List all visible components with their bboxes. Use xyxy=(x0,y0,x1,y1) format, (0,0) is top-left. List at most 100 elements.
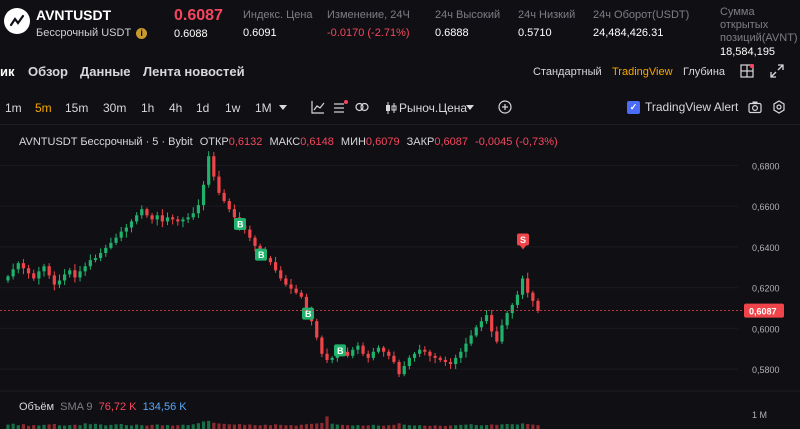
candle-body xyxy=(150,215,154,220)
volume-bar xyxy=(243,424,247,429)
stat-high-24h: 24ч Высокий 0.6888 xyxy=(435,9,500,39)
timeframe-1M[interactable]: 1M xyxy=(255,101,272,115)
candle-body xyxy=(294,288,298,293)
legend-title: AVNTUSDT Бессрочный · 5 · Bybit xyxy=(19,136,193,148)
stat-label: Индекс. Цена xyxy=(243,9,313,21)
stat-label: Изменение, 24Ч xyxy=(327,9,410,21)
volume-bar xyxy=(376,425,381,429)
view-tradingview[interactable]: TradingView xyxy=(612,66,673,78)
candle-body xyxy=(299,292,303,297)
timeframe-dropdown-icon[interactable] xyxy=(279,105,287,110)
volume-bar xyxy=(263,424,267,429)
candle-body xyxy=(93,258,98,261)
candle-body xyxy=(191,213,195,218)
tab-overview[interactable]: Обзор xyxy=(28,64,68,79)
tab-chart[interactable]: ик xyxy=(0,64,15,79)
candle-body xyxy=(361,345,365,354)
candle-body xyxy=(387,351,391,356)
fullscreen-icon[interactable] xyxy=(770,64,784,78)
grid-layout-icon[interactable] xyxy=(740,63,755,78)
timeframe-1m[interactable]: 1m xyxy=(5,101,22,115)
volume-bar xyxy=(392,424,396,429)
stat-low-24h: 24ч Низкий 0.5710 xyxy=(518,9,575,39)
settings-icon[interactable] xyxy=(772,100,786,114)
volume-bar xyxy=(186,425,190,429)
volume-bar xyxy=(520,423,525,429)
candle-body xyxy=(99,252,103,259)
candle-body xyxy=(479,321,483,328)
tab-data[interactable]: Данные xyxy=(80,64,131,79)
volume-bar xyxy=(459,424,463,429)
volume-bar xyxy=(63,425,67,429)
volume-bar xyxy=(68,425,72,429)
volume-bar xyxy=(212,422,216,429)
volume-bar xyxy=(340,424,345,429)
timeframe-1d[interactable]: 1d xyxy=(196,101,209,115)
candlestick-chart[interactable]: BBBBS 1 M 0,68000,66000,64000,62000,6000… xyxy=(0,125,800,429)
volume-sma-label: SMA 9 xyxy=(60,401,93,413)
volume-bar xyxy=(433,425,437,429)
candle-body xyxy=(273,262,278,271)
volume-bar xyxy=(124,425,128,429)
volume-bar xyxy=(78,425,82,429)
view-depth[interactable]: Глубина xyxy=(683,66,725,78)
candle-body xyxy=(135,215,139,222)
compare-icon[interactable] xyxy=(355,100,369,114)
add-icon[interactable] xyxy=(498,100,512,114)
price-type-select[interactable]: Рыноч.Цена xyxy=(399,101,467,115)
candle-body xyxy=(304,296,309,309)
volume-bar xyxy=(109,424,113,429)
timeframe-15m[interactable]: 15m xyxy=(65,101,88,115)
view-standard[interactable]: Стандартный xyxy=(533,66,602,78)
stat-value: -0.0170 (-2.71%) xyxy=(327,27,410,39)
volume-bar xyxy=(304,424,309,429)
volume-bar xyxy=(222,423,226,429)
alert-label: TradingView Alert xyxy=(645,100,739,114)
volume-bar xyxy=(11,423,15,429)
volume-bar xyxy=(155,424,159,429)
legend-change: -0,0045 (-0,73%) xyxy=(475,136,558,148)
contract-type: Бессрочный USDT i xyxy=(36,27,148,39)
tab-news-feed[interactable]: Лента новостей xyxy=(143,64,245,79)
candle-body xyxy=(212,156,216,177)
candle-body xyxy=(160,215,164,222)
contract-type-label: Бессрочный USDT xyxy=(36,27,132,39)
candle-body xyxy=(279,270,283,279)
timeframe-4h[interactable]: 4h xyxy=(169,101,182,115)
volume-bar xyxy=(83,423,87,429)
candle-body xyxy=(330,357,334,360)
volume-bar xyxy=(16,425,20,429)
stat-label: 24ч Высокий xyxy=(435,9,501,21)
timeframe-1w[interactable]: 1w xyxy=(225,101,240,115)
volume-bar xyxy=(160,425,164,429)
volume-bar xyxy=(418,425,422,429)
timeframe-30m[interactable]: 30m xyxy=(103,101,126,115)
info-icon[interactable]: i xyxy=(136,27,148,39)
screenshot-icon[interactable] xyxy=(748,100,762,114)
timeframe-5m[interactable]: 5m xyxy=(35,101,52,115)
volume-bar xyxy=(150,424,154,429)
symbol-name[interactable]: AVNTUSDT xyxy=(36,7,111,23)
candle-body xyxy=(351,349,355,356)
volume-bar xyxy=(356,425,360,429)
candle-body xyxy=(217,176,221,193)
candle-body xyxy=(145,209,149,216)
candle-body xyxy=(505,313,509,326)
drawing-tools-icon[interactable] xyxy=(333,100,348,114)
tradingview-alert-button[interactable]: ✓ TradingView Alert xyxy=(627,98,738,116)
candle-body xyxy=(114,237,118,243)
price-type-dropdown-icon[interactable] xyxy=(466,105,474,110)
timeframe-1h[interactable]: 1h xyxy=(141,101,154,115)
legend-high: 0,6148 xyxy=(300,136,334,148)
volume-bar xyxy=(309,423,314,429)
stat-change-24h: Изменение, 24Ч -0.0170 (-2.71%) xyxy=(327,9,410,39)
candle-style-icon[interactable] xyxy=(385,101,397,116)
volume-bar xyxy=(371,424,375,429)
volume-bar xyxy=(196,423,200,429)
volume-bar xyxy=(129,425,134,429)
price-chart[interactable]: BBBBS 1 M 0,6800 0,6600 0,6400 0,6200 0,6000… xyxy=(0,125,800,429)
volume-bar xyxy=(510,424,514,429)
volume-bar xyxy=(289,425,293,429)
indicators-icon[interactable] xyxy=(311,100,325,114)
y-axis-tick-label: 0,6800 xyxy=(752,161,780,171)
